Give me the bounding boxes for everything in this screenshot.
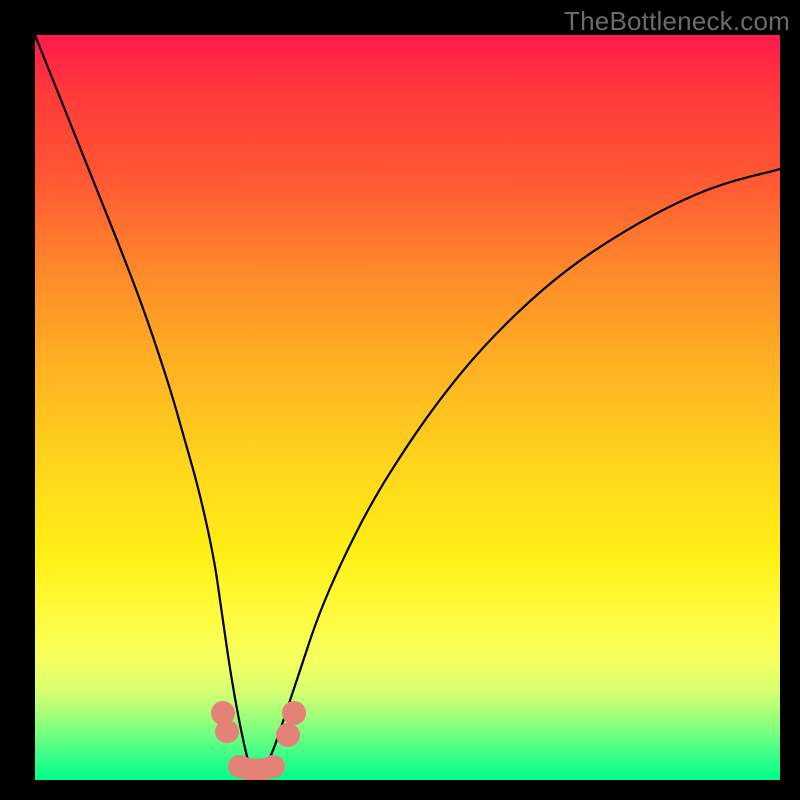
outer-frame: TheBottleneck.com <box>0 0 800 800</box>
attribution-label: TheBottleneck.com <box>564 6 790 37</box>
plot-area <box>35 35 780 780</box>
marker-dot <box>282 701 306 725</box>
bottleneck-curve <box>35 35 780 780</box>
